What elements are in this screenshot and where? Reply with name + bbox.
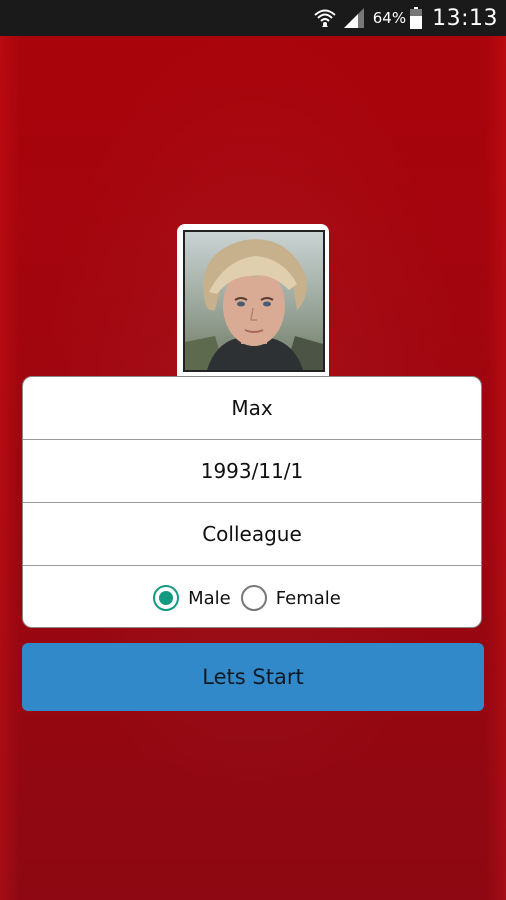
status-bar: 64% 13:13 <box>0 0 506 36</box>
birthdate-field[interactable]: 1993/11/1 <box>23 440 481 503</box>
avatar[interactable] <box>183 230 325 372</box>
lets-start-button[interactable]: Lets Start <box>22 643 484 711</box>
clock: 13:13 <box>432 5 498 31</box>
female-label[interactable]: Female <box>276 588 341 609</box>
status-icons: 64% 13:13 <box>313 0 498 36</box>
gender-row: Male Female <box>23 566 481 627</box>
battery-icon <box>410 7 423 29</box>
person-photo <box>185 232 323 370</box>
name-field[interactable]: Max <box>23 377 481 440</box>
battery-percent: 64% <box>372 9 407 27</box>
male-label[interactable]: Male <box>188 588 231 609</box>
avatar-frame[interactable] <box>177 224 329 376</box>
wifi-icon <box>314 9 336 27</box>
male-radio[interactable] <box>153 585 180 611</box>
radio-selected-dot <box>159 591 174 605</box>
female-radio[interactable] <box>240 585 267 611</box>
signal-icon <box>343 8 364 28</box>
gender-radio-group: Male Female <box>153 585 351 611</box>
profile-form: Max 1993/11/1 Colleague Male Female <box>22 376 482 628</box>
relation-field[interactable]: Colleague <box>23 503 481 566</box>
